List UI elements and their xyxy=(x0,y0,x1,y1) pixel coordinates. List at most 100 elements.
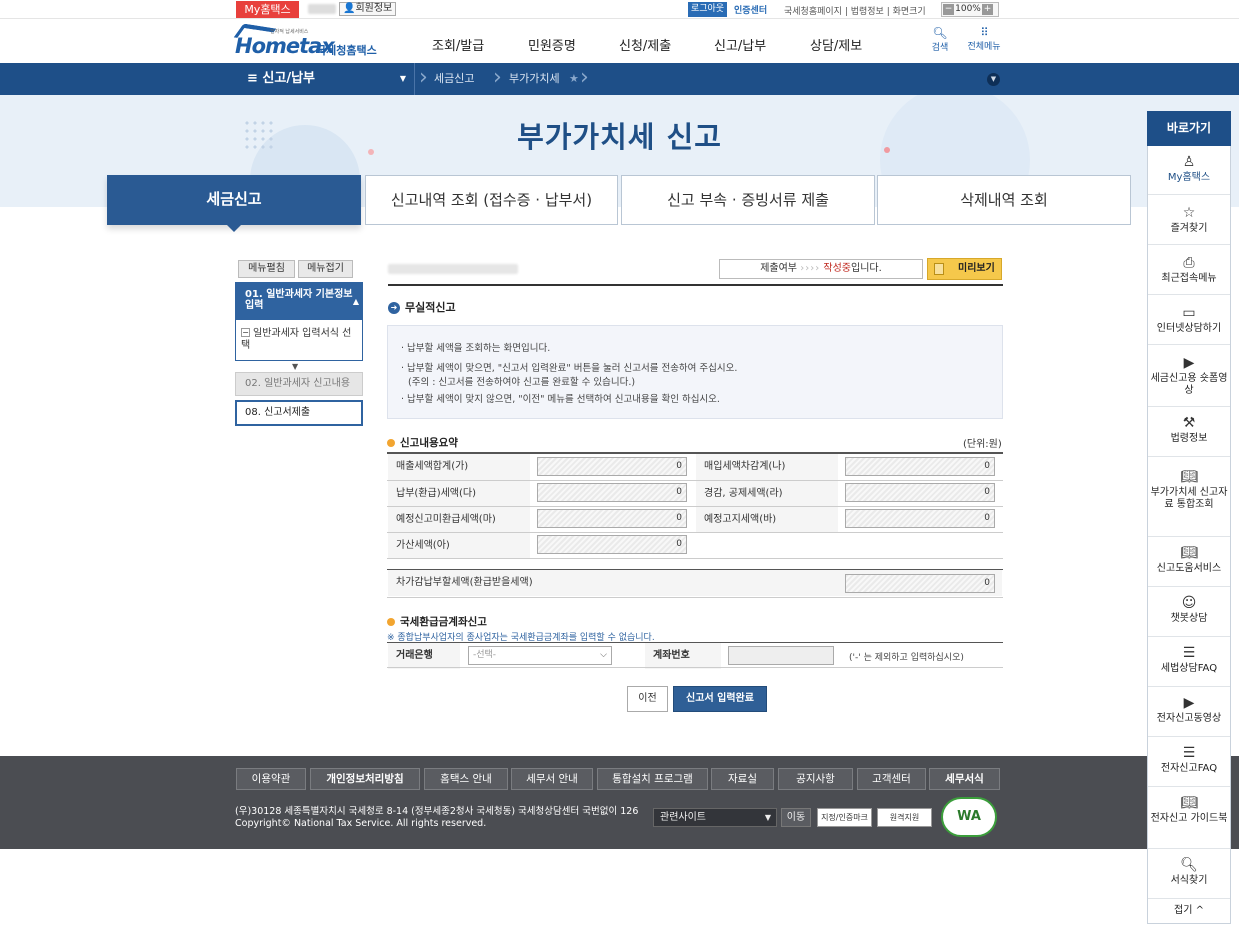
member-info-label: 회원정보 xyxy=(355,3,393,14)
submenu-form-select[interactable]: − 일반과세자 입력서식 선택 xyxy=(241,328,356,352)
cert-mark-badge[interactable]: 지정/인증마크 xyxy=(817,808,872,827)
footer-link-tax-forms[interactable]: 세무서식 xyxy=(929,768,1000,790)
quick-efiling-guidebook[interactable]: 📖︎ 전자신고 가이드북 xyxy=(1148,787,1230,849)
remote-support-badge[interactable]: 원격지원 xyxy=(877,808,932,827)
quick-label: 챗봇상담 xyxy=(1170,613,1208,624)
info-line: (주의 : 신고서를 전송하여야 신고를 완료할 수 있습니다.) xyxy=(408,377,636,388)
tab-tax-report[interactable]: 세금신고 xyxy=(107,175,361,225)
account-number-input[interactable] xyxy=(728,646,834,665)
quick-label: 세법상담FAQ xyxy=(1160,663,1218,674)
quick-help-service[interactable]: 📖︎ 신고도움서비스 xyxy=(1148,537,1230,587)
quick-tax-faq[interactable]: ☰ 세법상담FAQ xyxy=(1148,637,1230,687)
menu-icon: ≡ xyxy=(247,71,263,86)
step-basic-info-label: 01. 일반과세자 기본정보 입력 xyxy=(245,289,353,311)
quick-law-info[interactable]: ⚒ 법령정보 xyxy=(1148,407,1230,457)
breadcrumb-menu-label: 신고/납부 xyxy=(262,71,316,86)
quick-my-hometax[interactable]: ♙ My홈택스 xyxy=(1148,146,1230,195)
quick-recent-menu[interactable]: ⎙ 최근접속메뉴 xyxy=(1148,245,1230,295)
expand-breadcrumb-icon[interactable]: ▼ xyxy=(987,73,1000,86)
step-report-content[interactable]: 02. 일반과세자 신고내용 xyxy=(235,372,363,396)
breadcrumb-separator-icon: › xyxy=(419,65,428,90)
step-basic-info[interactable]: 01. 일반과세자 기본정보 입력 ▲ xyxy=(235,282,363,320)
gnb-report-pay[interactable]: 신고/납부 xyxy=(714,35,766,54)
person-icon: ♙ xyxy=(1182,154,1196,170)
footer-link-privacy[interactable]: 개인정보처리방침 xyxy=(310,768,420,790)
label-reduction-tax: 경감, 공제세액(라) xyxy=(696,481,838,507)
document-icon xyxy=(934,263,944,275)
address-text: (우)30128 세종특별자치시 국세청로 8-14 (정부세종2청사 국세청동… xyxy=(235,806,639,817)
footer-link-hometax-guide[interactable]: 홈택스 안내 xyxy=(424,768,508,790)
quick-label: My홈택스 xyxy=(1167,172,1211,183)
menu-expand-button[interactable]: 메뉴펼침 xyxy=(238,260,295,278)
gnb-consult[interactable]: 상담/제보 xyxy=(810,35,862,54)
row-divider xyxy=(387,597,1003,598)
label-purchase-tax-deduct: 매입세액차감계(나) xyxy=(696,454,838,480)
grid-icon: ⠿ xyxy=(980,26,988,39)
wa-accessibility-mark: WA xyxy=(941,797,997,837)
breadcrumb-menu-select[interactable]: ≡ 신고/납부 ▼ xyxy=(235,63,415,95)
info-line: · 납부할 세액을 조회하는 화면입니다. xyxy=(401,343,551,354)
related-sites-select[interactable]: 관련사이트 ▼ xyxy=(653,808,777,827)
footer-link-office-guide[interactable]: 세무서 안내 xyxy=(511,768,593,790)
all-menu-button[interactable]: ⠿ 전체메뉴 xyxy=(963,26,1005,52)
quick-label: 세금신고용 숏폼영상 xyxy=(1150,373,1228,396)
favorite-star-icon[interactable]: ★ xyxy=(569,63,579,95)
preview-button[interactable]: 미리보기 xyxy=(927,258,1002,280)
member-info-button[interactable]: 👤회원정보 xyxy=(339,2,397,16)
summary-title-label: 신고내용요약 xyxy=(400,437,458,449)
logout-button[interactable]: 로그아웃 xyxy=(688,2,727,17)
search-button[interactable]: 🔍︎ 검색 xyxy=(925,26,955,53)
label-account-number: 계좌번호 xyxy=(645,643,721,669)
hometax-logo[interactable]: 전자적 납세서비스 Hometax 국세청홈택스 xyxy=(233,22,383,62)
gnb-inquiry[interactable]: 조회/발급 xyxy=(432,35,484,54)
play-icon: ▶ xyxy=(1183,695,1195,711)
status-arrows: ›››› xyxy=(800,263,821,274)
quick-online-consult[interactable]: ▭ 인터넷상담하기 xyxy=(1148,295,1230,345)
bullet-icon xyxy=(387,618,395,626)
quick-label: 부가가치세 신고자료 통합조회 xyxy=(1150,487,1228,510)
quick-shortform-video[interactable]: ▶ 세금신고용 숏폼영상 xyxy=(1148,345,1230,407)
footer-link-archive[interactable]: 자료실 xyxy=(711,768,774,790)
book-icon: 📖︎ xyxy=(1180,469,1198,485)
tab-deleted-history[interactable]: 삭제내역 조회 xyxy=(877,175,1131,225)
status-suffix: 입니다. xyxy=(851,263,882,274)
star-icon: ☆ xyxy=(1182,205,1196,221)
label-payable-tax: 납부(환급)세액(다) xyxy=(388,481,530,507)
breadcrumb-item-tax-report[interactable]: 세금신고 xyxy=(434,63,474,95)
bullet-icon xyxy=(387,439,395,447)
zoom-in-button[interactable]: + xyxy=(982,4,993,15)
bank-select[interactable]: -선택- ⌵ xyxy=(468,646,612,665)
info-line: · 납부할 세액이 맞으면, "신고서 입력완료" 버튼을 눌러 신고서를 전송… xyxy=(401,363,738,374)
arrow-right-icon: ➜ xyxy=(388,302,400,314)
footer-link-install[interactable]: 통합설치 프로그램 xyxy=(597,768,708,790)
gnb-application[interactable]: 신청/제출 xyxy=(619,35,671,54)
tab-report-history[interactable]: 신고내역 조회 (접수증 · 납부서) xyxy=(365,175,618,225)
quick-vat-integrated[interactable]: 📖︎ 부가가치세 신고자료 통합조회 xyxy=(1148,457,1230,537)
tab-attachment-submit[interactable]: 신고 부속 · 증빙서류 제출 xyxy=(621,175,875,225)
gnb-civil-cert[interactable]: 민원증명 xyxy=(528,35,576,54)
menu-collapse-button[interactable]: 메뉴접기 xyxy=(298,260,353,278)
footer-link-notice[interactable]: 공지사항 xyxy=(778,768,853,790)
account-hint: ('-' 는 제외하고 입력하십시오) xyxy=(849,653,964,663)
move-button[interactable]: 이동 xyxy=(781,808,811,827)
quick-fold-button[interactable]: 접기 ^ xyxy=(1148,899,1230,923)
label-sales-tax-total: 매출세액합계(가) xyxy=(388,454,530,480)
breadcrumb-separator-icon: › xyxy=(493,65,502,90)
quick-form-search[interactable]: 🔍︎ 서식찾기 xyxy=(1148,849,1230,899)
zoom-out-button[interactable]: − xyxy=(943,4,954,15)
step-submit[interactable]: 08. 신고서제출 xyxy=(235,400,363,426)
quick-chatbot[interactable]: ☺ 챗봇상담 xyxy=(1148,587,1230,637)
section-title: ➜ 무실적신고 xyxy=(388,299,456,315)
footer-link-customer[interactable]: 고객센터 xyxy=(857,768,926,790)
my-hometax-button[interactable]: My홈택스 xyxy=(236,1,299,18)
breadcrumb-item-vat[interactable]: 부가가치세 xyxy=(509,63,560,95)
prev-button[interactable]: 이전 xyxy=(627,686,668,712)
top-links[interactable]: 국세청홈페이지 | 법령정보 | 화면크기 xyxy=(784,4,926,17)
submit-complete-button[interactable]: 신고서 입력완료 xyxy=(673,686,767,712)
quick-favorites[interactable]: ☆ 즐겨찾기 xyxy=(1148,195,1230,245)
footer-link-terms[interactable]: 이용약관 xyxy=(236,768,306,790)
quick-efiling-faq[interactable]: ☰ 전자신고FAQ xyxy=(1148,737,1230,787)
chevron-down-icon: ▼ xyxy=(764,813,771,822)
cert-center-link[interactable]: 인증센터 xyxy=(734,3,767,16)
quick-efiling-video[interactable]: ▶ 전자신고동영상 xyxy=(1148,687,1230,737)
